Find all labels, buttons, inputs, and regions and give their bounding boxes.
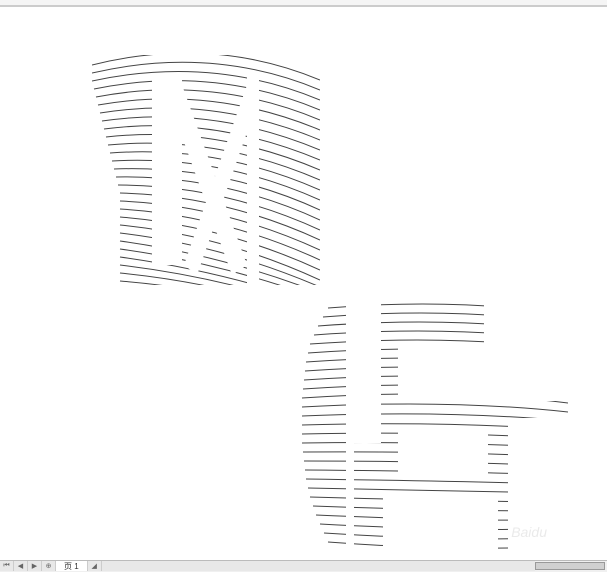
next-page-button[interactable]: ▶ — [28, 561, 42, 571]
line-art-character-2[interactable] — [298, 303, 568, 553]
prev-page-button[interactable]: ◀ — [14, 561, 28, 571]
page-tab-1[interactable]: 页 1 — [56, 561, 88, 571]
watermark: Baidu — [511, 524, 547, 540]
add-page-button[interactable]: ⊕ — [42, 561, 56, 571]
tab-end-marker: ◢ — [88, 561, 102, 571]
page-navigation-bar: ⏮ ◀ ▶ ⊕ 页 1 ◢ — [0, 560, 607, 571]
line-art-character-1[interactable] — [92, 55, 320, 285]
first-page-button[interactable]: ⏮ — [0, 561, 14, 571]
canvas-workspace[interactable]: Baidu — [0, 6, 607, 560]
watermark-text: Baidu — [511, 524, 547, 540]
scroll-thumb[interactable] — [535, 562, 605, 570]
scroll-track[interactable] — [102, 561, 535, 571]
